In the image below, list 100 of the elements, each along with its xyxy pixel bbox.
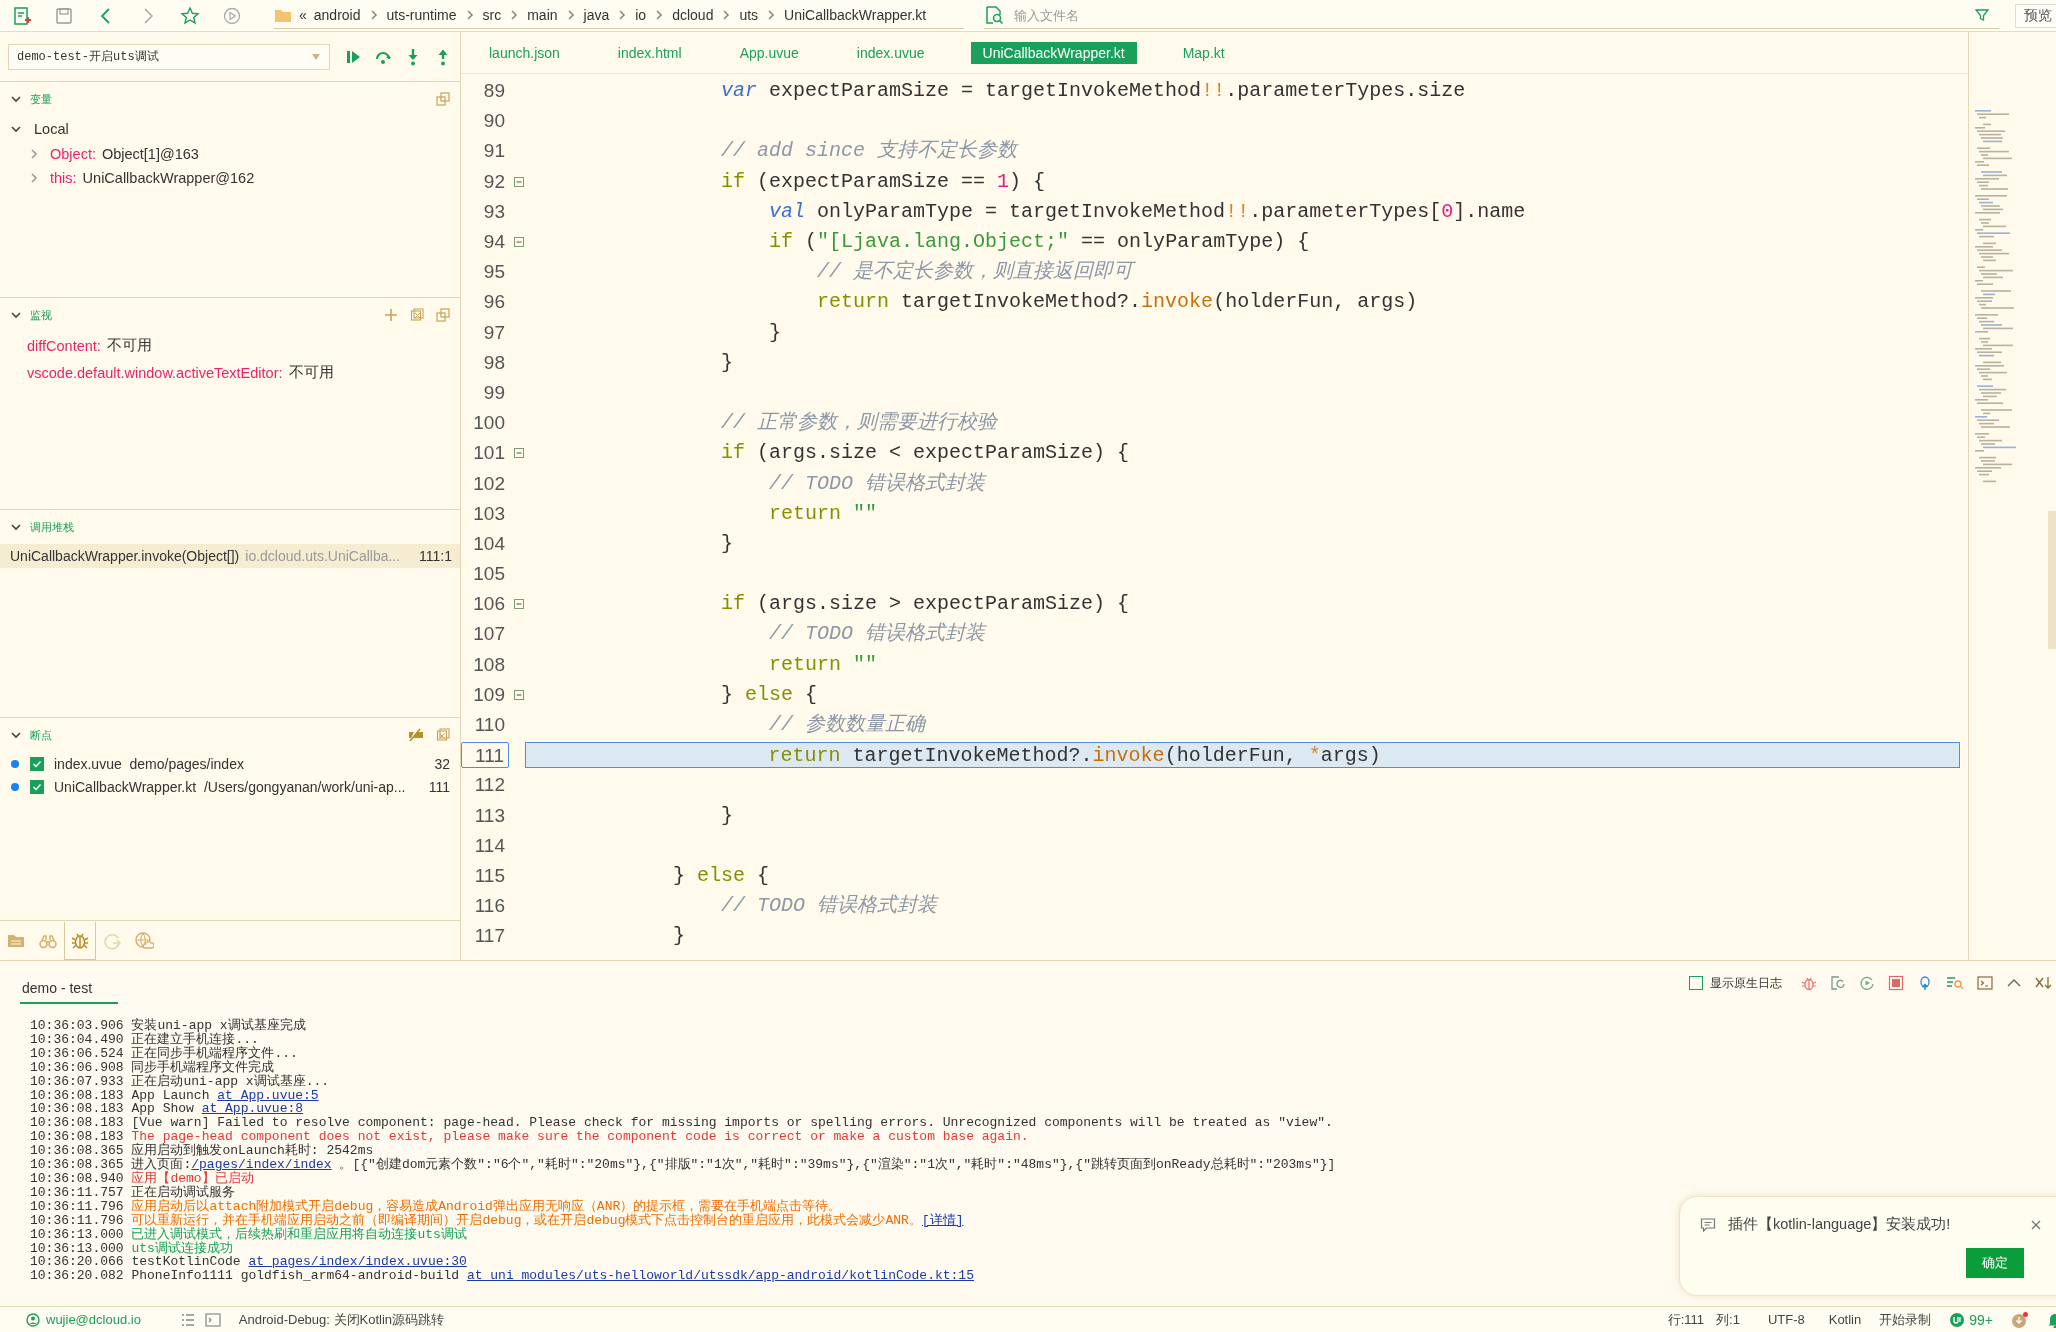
- checkbox-label[interactable]: 显示原生日志: [1710, 974, 1782, 992]
- star-icon[interactable]: [180, 5, 200, 26]
- encoding[interactable]: UTF-8: [1767, 1312, 1805, 1327]
- line-number: 110: [473, 713, 506, 738]
- file-search-icon: [984, 5, 1004, 25]
- native-log-checkbox[interactable]: [1689, 976, 1703, 990]
- log-link[interactable]: [详情]: [921, 1212, 964, 1228]
- code-line: }: [768, 319, 783, 346]
- code-line: return "": [768, 500, 879, 527]
- variable-value: UniCallbackWrapper@162: [82, 170, 255, 186]
- save-icon[interactable]: [54, 5, 74, 26]
- chevron-down-icon[interactable]: [10, 309, 22, 321]
- debug-attach-icon[interactable]: [1917, 975, 1933, 991]
- line-number: 89: [482, 79, 506, 104]
- stack-frame[interactable]: UniCallbackWrapper.invoke(Object[]) io.dcloud.uts.UniCallba... 111:1: [0, 544, 460, 568]
- watch-expression[interactable]: vscode.default.window.activeTextEditor:: [27, 364, 283, 381]
- cursor-line[interactable]: 行:111: [1667, 1310, 1705, 1329]
- variable-name[interactable]: Object:: [50, 146, 96, 162]
- caret-icon[interactable]: [311, 52, 321, 61]
- breakpoint-file[interactable]: index.uvue demo/pages/index: [54, 755, 425, 772]
- code-line: }: [672, 923, 687, 950]
- breadcrumb-item[interactable]: java: [583, 7, 610, 23]
- breadcrumb-item[interactable]: main: [527, 7, 558, 23]
- line-number: 107: [472, 622, 506, 647]
- debug-config-dropdown[interactable]: demo-test-开启uts调试: [8, 43, 330, 70]
- code-line: // 参数数量正确: [768, 712, 927, 739]
- language-mode[interactable]: Kotlin: [1828, 1312, 1862, 1327]
- clear-all-icon[interactable]: [410, 308, 424, 322]
- code-line: if ("[Ljava.lang.Object;" == onlyParamType) {: [768, 229, 1311, 256]
- breakpoint-file[interactable]: UniCallbackWrapper.kt /Users/gongyanan/work/uni-ap...: [54, 778, 419, 795]
- console-tab[interactable]: demo - test: [20, 970, 118, 1004]
- breadcrumb-item[interactable]: UniCallbackWrapper.kt: [784, 7, 927, 23]
- code-line: // add since 支持不定长参数: [720, 138, 1020, 165]
- line-number: 117: [473, 924, 506, 949]
- breadcrumb-item[interactable]: io: [635, 7, 647, 23]
- close-panel-icon[interactable]: [2035, 975, 2053, 991]
- chevron-right-icon[interactable]: [28, 172, 40, 184]
- list-icon[interactable]: [180, 1312, 195, 1327]
- new-file-icon[interactable]: [12, 5, 32, 26]
- cursor-column[interactable]: 列:1: [1716, 1310, 1740, 1329]
- side-tab[interactable]: [64, 921, 96, 960]
- log-link[interactable]: at uni_modules/uts-helloworld/utssdk/app-android/kotlinCode.kt:15: [466, 1268, 974, 1284]
- log-link[interactable]: at App.uvue:5: [217, 1087, 319, 1103]
- log-link[interactable]: at App.uvue:8: [201, 1101, 304, 1117]
- fold-icon[interactable]: [514, 237, 524, 248]
- breadcrumb-item[interactable]: uts: [739, 7, 759, 23]
- fold-icon[interactable]: [514, 689, 524, 700]
- file-search-field[interactable]: 输入文件名: [1012, 6, 1967, 24]
- chevron-down-icon[interactable]: [10, 123, 22, 135]
- restart-icon[interactable]: [1859, 975, 1875, 991]
- breadcrumb-collapse[interactable]: «: [299, 7, 307, 23]
- line-number: 101: [472, 441, 506, 466]
- filter-list-icon[interactable]: [1946, 975, 1964, 991]
- log-line: 10:36:08.183 App Show at App.uvue:8: [30, 1102, 304, 1117]
- section-title: 调用堆栈: [30, 519, 75, 535]
- scrollbar-thumb[interactable]: [2048, 511, 2056, 649]
- line-number: 115: [473, 863, 506, 888]
- chevron-down-icon[interactable]: [10, 93, 22, 105]
- preview-button[interactable]: 预览: [2015, 3, 2056, 28]
- breadcrumb-item[interactable]: android: [313, 7, 361, 23]
- line-number: 102: [472, 471, 506, 496]
- watch-expression[interactable]: diffContent:: [27, 337, 101, 354]
- variable-name[interactable]: this:: [50, 170, 77, 186]
- code-line: if (args.size > expectParamSize) {: [720, 591, 1131, 618]
- breadcrumb-item[interactable]: src: [482, 7, 502, 23]
- copy-icon[interactable]: [436, 92, 450, 106]
- filter-icon[interactable]: [1975, 8, 1989, 22]
- log-line: 10:36:20.082 PhoneInfo1111 goldfish_arm64-android-build at uni_modules/uts-helloworld/utssdk/app-android/kotlinCode.kt:15: [30, 1269, 974, 1284]
- line-number: 112: [473, 773, 506, 798]
- fold-icon[interactable]: [514, 176, 524, 187]
- code-line: } else {: [672, 862, 771, 889]
- copy-icon[interactable]: [436, 308, 450, 322]
- new-terminal-icon[interactable]: [1977, 975, 1993, 991]
- code-line: }: [720, 530, 735, 557]
- fold-icon[interactable]: [514, 599, 524, 610]
- breadcrumb-item[interactable]: uts-runtime: [386, 7, 457, 23]
- disable-breakpoints-icon[interactable]: [408, 728, 424, 742]
- close-icon[interactable]: [2030, 1218, 2042, 1231]
- remove-all-icon[interactable]: [436, 728, 450, 742]
- reload-file-icon[interactable]: [1830, 975, 1846, 991]
- chevron-down-icon[interactable]: [10, 729, 22, 741]
- scope-label[interactable]: Local: [34, 121, 69, 137]
- terminal-icon[interactable]: [204, 1312, 221, 1327]
- fold-icon[interactable]: [514, 448, 524, 459]
- download-icon[interactable]: [2011, 1310, 2029, 1329]
- log-link[interactable]: at pages/index/index.uvue:30: [248, 1254, 467, 1270]
- watch-value: 不可用: [288, 363, 334, 382]
- breadcrumb-item[interactable]: dcloud: [672, 7, 714, 23]
- breakpoint-dot-icon: [10, 758, 20, 769]
- run-icon[interactable]: [222, 5, 242, 26]
- stop-icon[interactable]: [1888, 975, 1904, 991]
- confirm-button[interactable]: 确定: [1966, 1248, 2024, 1278]
- bug-icon[interactable]: [1801, 975, 1817, 991]
- record-button[interactable]: 开始录制: [1879, 1310, 1932, 1329]
- chevron-right-icon[interactable]: [28, 148, 40, 160]
- chevron-down-icon[interactable]: [10, 521, 22, 533]
- line-number: 104: [472, 531, 506, 556]
- status-message: Android-Debug: 关闭Kotlin源码跳转: [238, 1310, 445, 1329]
- add-icon[interactable]: [384, 308, 398, 322]
- line-number: 95: [482, 260, 506, 285]
